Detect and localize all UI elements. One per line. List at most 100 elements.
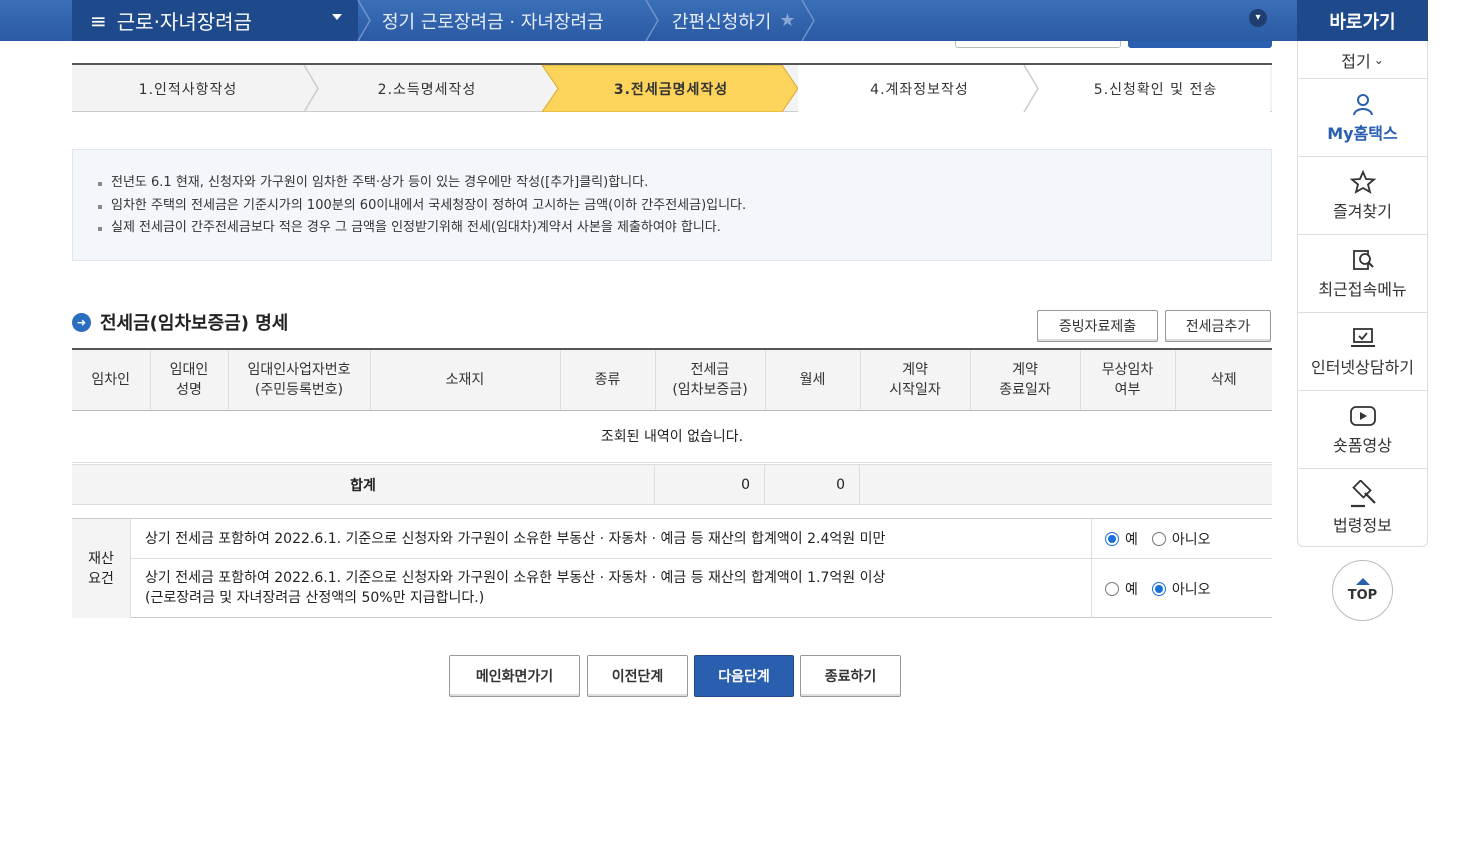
header-text: 임대인사업자번호 (주민등록번호) [247, 361, 351, 398]
top-label: TOP [1347, 588, 1378, 603]
asset-condition-text: 상기 전세금 포함하여 2022.6.1. 기준으로 신청자와 가구원이 소유한… [145, 568, 885, 608]
breadcrumb-label: 정기 근로장려금 · 자녀장려금 [382, 11, 604, 33]
column-header: 계약 종료일자 [970, 348, 1081, 411]
radio-label: 예 [1125, 581, 1138, 598]
quick-links-title: 바로가기 [1297, 0, 1428, 41]
deposit-table: 임차인 임대인 성명 임대인사업자번호 (주민등록번호) 소재지 종류 전세금 … [72, 348, 1272, 463]
column-header: 무상임차 여부 [1080, 348, 1176, 411]
notice-box: 전년도 6.1 현재, 신청자와 가구원이 임차한 주택·상가 등이 있는 경우… [72, 149, 1272, 261]
breadcrumb-label: 간편신청하기 [672, 11, 772, 33]
column-header: 소재지 [370, 348, 561, 411]
scroll-top-button[interactable]: TOP [1332, 560, 1393, 621]
table-row: 상기 전세금 포함하여 2022.6.1. 기준으로 신청자와 가구원이 소유한… [131, 559, 1272, 618]
sum-deposit: 0 [655, 465, 765, 504]
top-navigation-bar: ≡ 근로·자녀장려금 정기 근로장려금 · 자녀장려금 간편신청하기 ★ ▾ [0, 0, 1297, 41]
radio-label: 아니오 [1171, 581, 1211, 598]
section-title-text: 전세금(임차보증금) 명세 [100, 313, 289, 334]
step-label: 3.전세금명세작성 [613, 81, 729, 98]
column-header: 월세 [765, 348, 861, 411]
notice-item: 전년도 6.1 현재, 신청자와 가구원이 임차한 주택·상가 등이 있는 경우… [97, 172, 1247, 195]
header-text: 월세 [799, 371, 826, 388]
step-progress: 1.인적사항작성 2.소득명세작성 3.전세금명세작성 4.계좌정보작성 5.신… [72, 63, 1272, 112]
column-header: 임대인 성명 [150, 348, 229, 411]
column-header: 삭제 [1175, 348, 1272, 411]
radio-group: 예 아니오 [1091, 559, 1272, 618]
header-text: 임차인 [91, 371, 131, 388]
radio-yes[interactable]: 예 [1105, 529, 1138, 549]
sidebar-item-online-consult[interactable]: 인터넷상담하기 [1297, 313, 1428, 391]
notice-item: 임차한 주택의 전세금은 기준시가의 100분의 60이내에서 국세청장이 정하… [97, 195, 1247, 218]
header-text: 무상임차 여부 [1101, 361, 1154, 398]
add-deposit-button[interactable]: 전세금추가 [1165, 310, 1271, 342]
search-document-icon [1352, 249, 1374, 270]
step-separator [303, 65, 319, 112]
header-text: 삭제 [1210, 371, 1237, 388]
breadcrumb-separator [645, 0, 659, 41]
asset-condition-line: (근로장려금 및 자녀장려금 산정액의 50%만 지급합니다.) [145, 590, 485, 606]
menu-dropdown[interactable]: ≡ 근로·자녀장려금 [72, 0, 358, 41]
radio-selected-icon[interactable] [1105, 531, 1119, 546]
header-text: 전세금 (임차보증금) [672, 361, 748, 398]
breadcrumb-separator [801, 0, 815, 41]
sum-label: 합계 [72, 465, 655, 504]
step-4: 4.계좌정보작성 [798, 65, 1041, 112]
table-row: 상기 전세금 포함하여 2022.6.1. 기준으로 신청자와 가구원이 소유한… [131, 519, 1272, 559]
radio-yes[interactable]: 예 [1105, 579, 1138, 599]
fold-label: 접기 [1341, 51, 1371, 71]
asset-condition-text: 상기 전세금 포함하여 2022.6.1. 기준으로 신청자와 가구원이 소유한… [145, 531, 886, 547]
table-row: 조회된 내역이 없습니다. [72, 410, 1272, 463]
breadcrumb-item[interactable]: 간편신청하기 ★ [672, 0, 796, 41]
top-button-remnant [955, 41, 1121, 48]
sum-monthly: 0 [765, 465, 860, 504]
sidebar-item-label: 인터넷상담하기 [1310, 357, 1415, 377]
asset-condition-line: 상기 전세금 포함하여 2022.6.1. 기준으로 신청자와 가구원이 소유한… [145, 570, 886, 586]
person-icon [1352, 93, 1373, 115]
sidebar-item-law-info[interactable]: 법령정보 [1297, 469, 1428, 547]
step-label: 2.소득명세작성 [377, 81, 477, 98]
sum-row: 합계 0 0 [72, 464, 1272, 505]
step-5: 5.신청확인 및 전송 [1041, 65, 1270, 112]
hamburger-icon: ≡ [90, 8, 107, 33]
step-2: 2.소득명세작성 [312, 65, 542, 112]
column-header: 계약 시작일자 [860, 348, 971, 411]
radio-empty-icon[interactable] [1105, 581, 1119, 596]
sidebar-item-label: 최근접속메뉴 [1318, 279, 1407, 299]
step-1: 1.인적사항작성 [72, 65, 304, 112]
previous-step-button[interactable]: 이전단계 [587, 655, 688, 697]
section-title: ➜ 전세금(임차보증금) 명세 [72, 309, 288, 335]
radio-no[interactable]: 아니오 [1151, 529, 1211, 549]
expand-icon[interactable]: ▾ [1249, 9, 1267, 27]
sidebar-item-shortform-video[interactable]: 숏폼영상 [1297, 391, 1428, 469]
header-text: 임대인 성명 [169, 361, 209, 398]
top-button-remnant [1128, 41, 1272, 48]
sidebar-item-recent-menu[interactable]: 최근접속메뉴 [1297, 235, 1428, 313]
fold-button[interactable]: 접기 ⌄ [1297, 41, 1428, 79]
column-header: 임대인사업자번호 (주민등록번호) [228, 348, 371, 411]
star-icon[interactable]: ★ [779, 10, 795, 31]
step-label: 5.신청확인 및 전송 [1093, 81, 1218, 98]
radio-label: 아니오 [1171, 531, 1211, 548]
quick-links-panel: 바로가기 접기 ⌄ My홈택스 즐겨찾기 최근접속메뉴 인터넷상담하기 숏폼영상 … [1297, 0, 1428, 547]
evidence-submit-button[interactable]: 증빙자료제출 [1037, 310, 1158, 342]
next-step-button[interactable]: 다음단계 [694, 655, 794, 697]
sidebar-item-my-hometax[interactable]: My홈택스 [1297, 79, 1428, 157]
notice-item: 실제 전세금이 간주전세금보다 적은 경우 그 금액을 인정받기위해 전세(임대… [97, 217, 1247, 240]
chevron-down-icon [332, 14, 342, 20]
radio-no[interactable]: 아니오 [1151, 579, 1211, 599]
header-text: 소재지 [445, 371, 485, 388]
breadcrumb-item[interactable]: 정기 근로장려금 · 자녀장려금 [382, 0, 604, 41]
asset-head: 재산 요건 [72, 519, 131, 618]
radio-empty-icon[interactable] [1151, 531, 1166, 546]
close-button[interactable]: 종료하기 [800, 655, 901, 697]
sidebar-item-favorites[interactable]: 즐겨찾기 [1297, 157, 1428, 235]
radio-selected-icon[interactable] [1151, 581, 1166, 596]
radio-label: 예 [1125, 531, 1138, 548]
play-icon [1349, 405, 1376, 426]
step-3: 3.전세금명세작성 [558, 65, 784, 112]
step-label: 4.계좌정보작성 [870, 81, 969, 98]
sidebar-item-label: My홈택스 [1327, 123, 1398, 143]
asset-requirement-table: 재산 요건 상기 전세금 포함하여 2022.6.1. 기준으로 신청자와 가구… [72, 518, 1272, 618]
main-page-button[interactable]: 메인화면가기 [449, 655, 580, 697]
sidebar-item-label: 즐겨찾기 [1333, 201, 1392, 221]
table-header-row: 임차인 임대인 성명 임대인사업자번호 (주민등록번호) 소재지 종류 전세금 … [72, 348, 1272, 411]
